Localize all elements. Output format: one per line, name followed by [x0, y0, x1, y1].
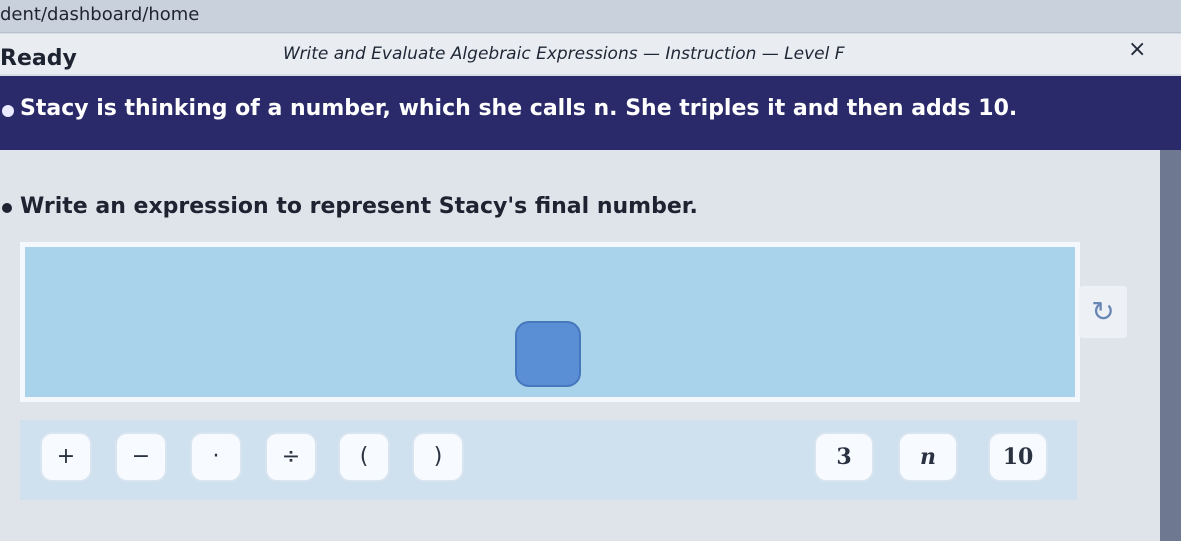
answer-area[interactable]	[20, 242, 1080, 402]
open-paren-key[interactable]: (	[338, 432, 390, 482]
divide-key[interactable]: ÷	[265, 432, 317, 482]
multiply-dot-key[interactable]: ·	[190, 432, 242, 482]
problem-statement: Stacy is thinking of a number, which she…	[20, 96, 1018, 121]
problem-prompt: Write an expression to represent Stacy's…	[20, 194, 698, 219]
lesson-header: Ready Write and Evaluate Algebraic Expre…	[0, 34, 1181, 74]
browser-address-bar[interactable]: dent/dashboard/home	[0, 0, 1181, 33]
expression-keypad: + − · ÷ ( ) 3 n 10	[20, 420, 1077, 500]
tile-3[interactable]: 3	[814, 432, 874, 482]
close-paren-key[interactable]: )	[412, 432, 464, 482]
problem-workspace: Write an expression to represent Stacy's…	[0, 150, 1160, 541]
reset-icon[interactable]: ↻	[1079, 286, 1127, 338]
tile-n[interactable]: n	[898, 432, 958, 482]
tile-10[interactable]: 10	[988, 432, 1048, 482]
answer-slot[interactable]	[515, 321, 581, 387]
plus-key[interactable]: +	[40, 432, 92, 482]
url-text: dent/dashboard/home	[0, 4, 200, 25]
lesson-title: Write and Evaluate Algebraic Expressions…	[283, 44, 845, 64]
close-icon[interactable]: ×	[1128, 37, 1146, 62]
status-label: Ready	[0, 46, 77, 71]
bullet-icon	[2, 203, 12, 213]
bullet-icon	[2, 105, 14, 117]
page-edge	[1160, 150, 1181, 541]
problem-banner: Stacy is thinking of a number, which she…	[0, 76, 1181, 150]
minus-key[interactable]: −	[115, 432, 167, 482]
